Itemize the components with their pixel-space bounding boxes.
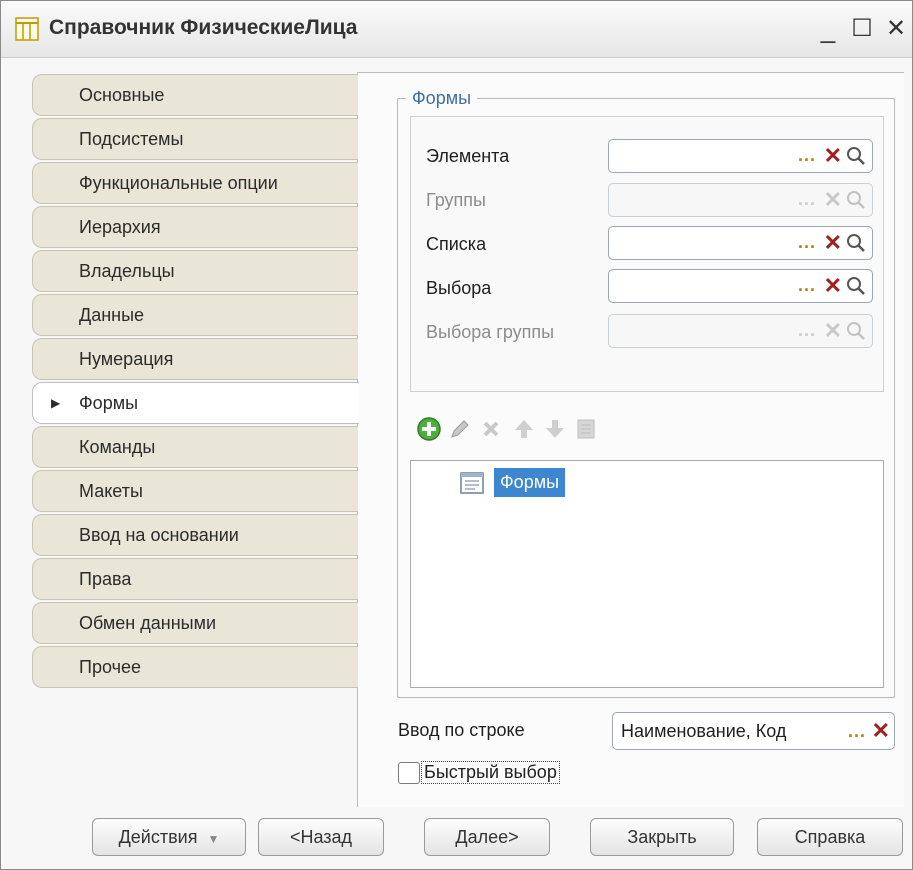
tab-numbering[interactable]: Нумерация (32, 338, 358, 380)
tab-label: Команды (79, 437, 156, 457)
current-tab-arrow-icon: ▶ (51, 396, 61, 410)
tabs-list: Основные Подсистемы Функциональные опции… (32, 74, 359, 690)
tab-label: Владельцы (79, 261, 175, 281)
close-window-button[interactable]: ✕ (881, 14, 911, 44)
list-form-label: Списка (426, 234, 487, 254)
clear-icon[interactable]: ✕ (824, 187, 842, 213)
move-up-icon[interactable] (510, 414, 538, 444)
catalog-icon (15, 17, 39, 41)
tab-forms[interactable]: ▶ Формы (32, 382, 359, 424)
minimize-button[interactable]: _ (813, 14, 843, 44)
clear-icon[interactable]: ✕ (872, 718, 890, 744)
dropdown-arrow-icon: ▼ (207, 832, 220, 846)
tree-item-label: Формы (494, 468, 566, 497)
clear-icon[interactable]: ✕ (824, 230, 842, 256)
actions-button[interactable]: Действия ▼ (92, 818, 246, 856)
open-search-icon[interactable] (845, 319, 867, 343)
input-by-string-label: Ввод по строке (398, 720, 525, 740)
tab-hierarchy[interactable]: Иерархия (32, 206, 358, 248)
select-button[interactable]: ... (798, 232, 816, 253)
open-search-icon[interactable] (845, 188, 867, 212)
clear-icon[interactable]: ✕ (824, 143, 842, 169)
choice-form-field[interactable]: ... ✕ (608, 269, 873, 303)
select-button[interactable]: ... (798, 189, 816, 210)
tab-label: Данные (79, 305, 145, 325)
tab-owners[interactable]: Владельцы (32, 250, 358, 292)
delete-icon[interactable] (477, 414, 505, 444)
tab-label: Права (79, 569, 132, 589)
tab-rights[interactable]: Права (32, 558, 358, 600)
select-button[interactable]: ... (798, 145, 816, 166)
open-search-icon[interactable] (845, 274, 867, 298)
group-form-label: Группы (426, 190, 486, 210)
tab-label: Прочее (79, 657, 141, 677)
tab-label: Макеты (79, 481, 143, 501)
form-icon (460, 471, 484, 494)
clear-icon[interactable]: ✕ (824, 318, 842, 344)
back-button[interactable]: <Назад (258, 818, 384, 856)
element-form-label: Элемента (426, 146, 510, 166)
tab-templates[interactable]: Макеты (32, 470, 358, 512)
input-by-string-value: Наименование, Код (621, 721, 787, 741)
move-down-icon[interactable] (541, 414, 569, 444)
tab-commands[interactable]: Команды (32, 426, 358, 468)
window-title: Справочник ФизическиеЛица (49, 16, 358, 39)
tab-main[interactable]: Основные (32, 74, 358, 116)
forms-group-title: Формы (406, 88, 478, 109)
list-form-field[interactable]: ... ✕ (608, 226, 873, 260)
element-form-field[interactable]: ... ✕ (608, 139, 873, 173)
actions-button-label: Действия (118, 827, 198, 847)
tab-label: Основные (79, 85, 165, 105)
tree-item-forms[interactable]: Формы (460, 468, 566, 497)
list-icon[interactable] (572, 414, 600, 444)
tab-label: Формы (79, 393, 139, 413)
tab-label: Ввод на основании (79, 525, 239, 545)
group-choice-form-field[interactable]: ... ✕ (608, 314, 873, 348)
tab-input-based-on[interactable]: Ввод на основании (32, 514, 358, 556)
select-button[interactable]: ... (798, 320, 816, 341)
tab-subsystems[interactable]: Подсистемы (32, 118, 358, 160)
maximize-button[interactable]: ☐ (847, 14, 877, 44)
tab-label: Функциональные опции (79, 173, 278, 193)
open-search-icon[interactable] (845, 231, 867, 255)
tab-other[interactable]: Прочее (32, 646, 358, 688)
quick-choice-label[interactable]: Быстрый выбор (421, 761, 560, 784)
choice-form-label: Выбора (426, 278, 492, 298)
input-by-string-field[interactable]: Наименование, Код ... ✕ (612, 712, 895, 750)
select-button[interactable]: ... (848, 721, 866, 742)
tab-data[interactable]: Данные (32, 294, 358, 336)
title-bar[interactable]: Справочник ФизическиеЛица _ ☐ ✕ (1, 1, 912, 58)
help-button[interactable]: Справка (757, 818, 903, 856)
tab-label: Подсистемы (79, 129, 184, 149)
close-button[interactable]: Закрыть (590, 818, 734, 856)
tab-data-exchange[interactable]: Обмен данными (32, 602, 358, 644)
next-button[interactable]: Далее> (424, 818, 550, 856)
tab-label: Нумерация (79, 349, 174, 369)
add-icon[interactable] (415, 414, 443, 444)
group-form-field[interactable]: ... ✕ (608, 183, 873, 217)
tab-label: Обмен данными (79, 613, 217, 633)
quick-choice-checkbox[interactable] (398, 762, 420, 784)
tab-label: Иерархия (79, 217, 161, 237)
clear-icon[interactable]: ✕ (824, 273, 842, 299)
open-search-icon[interactable] (845, 144, 867, 168)
group-choice-form-label: Выбора группы (426, 322, 555, 342)
edit-icon[interactable] (445, 414, 473, 444)
tab-functional-options[interactable]: Функциональные опции (32, 162, 358, 204)
select-button[interactable]: ... (798, 275, 816, 296)
